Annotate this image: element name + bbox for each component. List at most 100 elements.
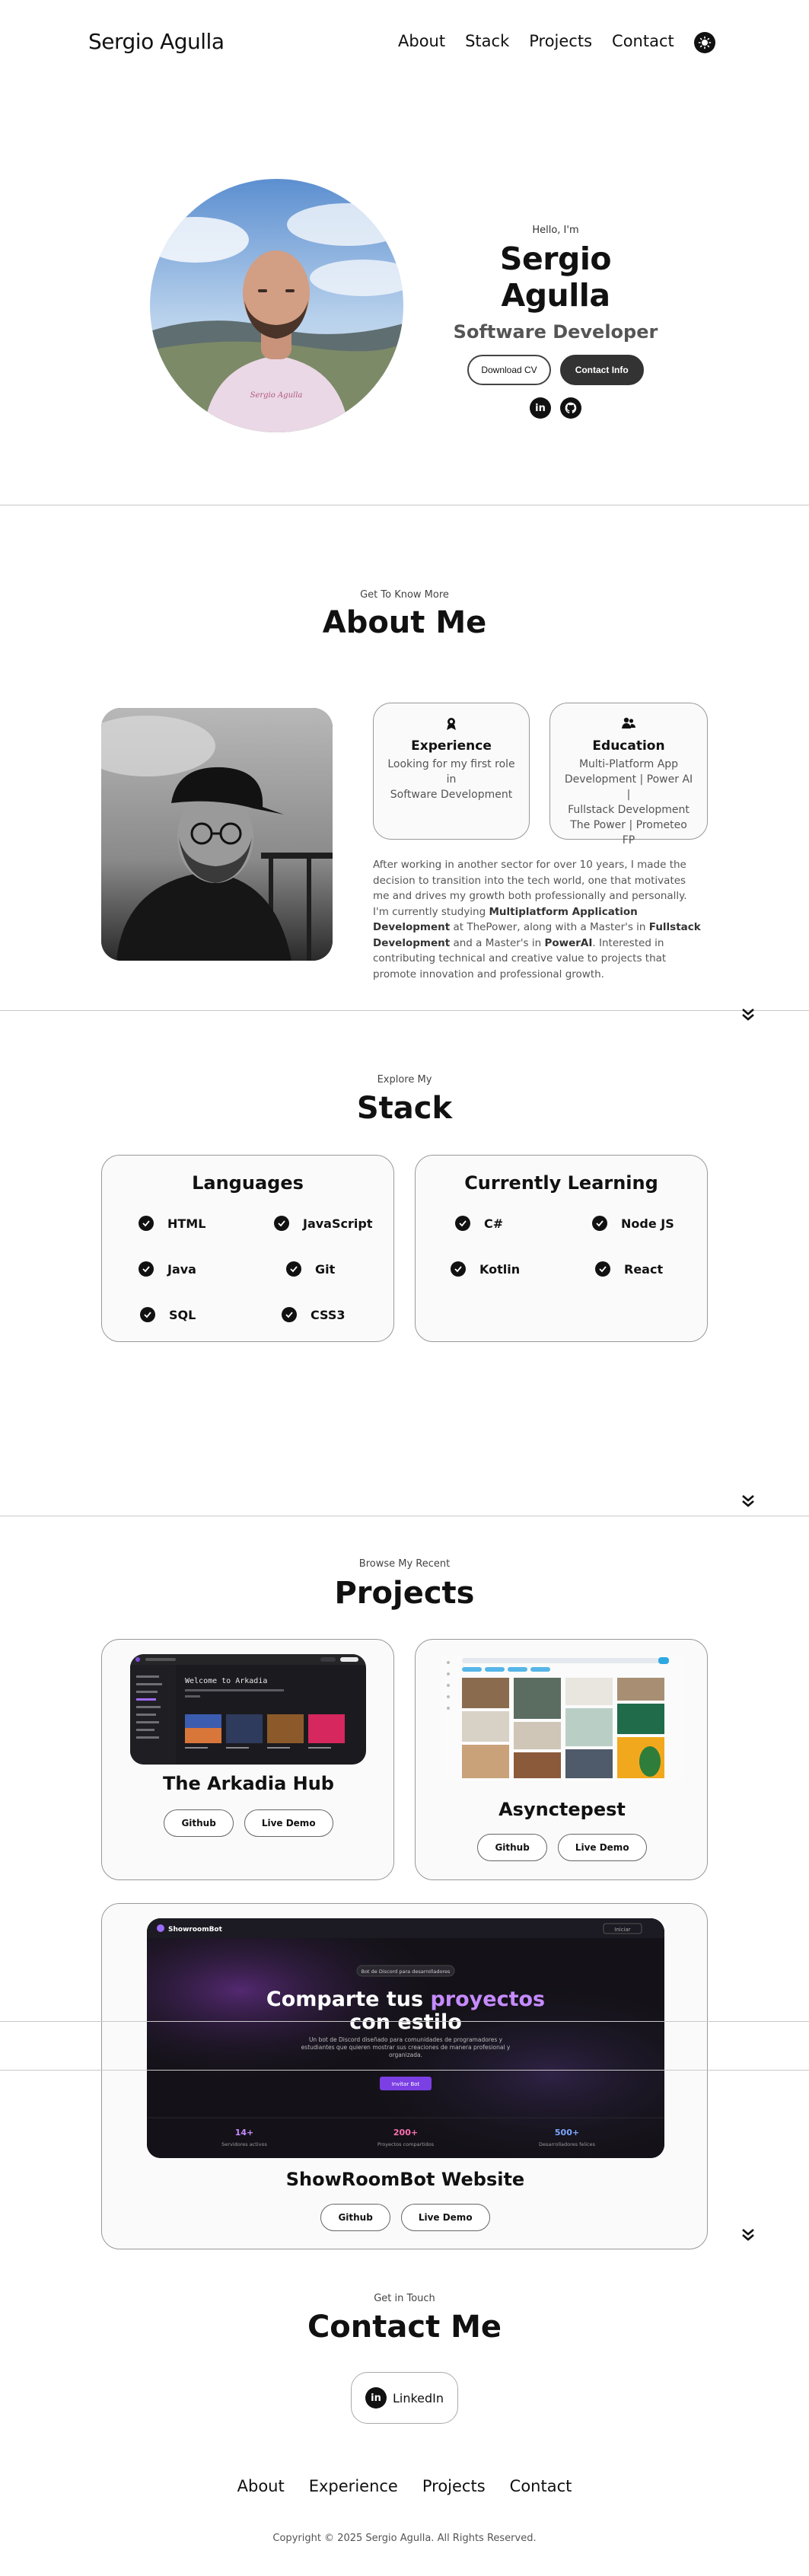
bot-description: Un bot de Discord diseñado para comunida… [301,2036,511,2058]
stat-value: 200+ [393,2128,418,2138]
shirt-signature: Sergio Agulla [250,391,303,400]
highlight-text: PowerAI [544,936,593,949]
project-demo-button[interactable]: Live Demo [400,2204,490,2231]
check-icon [274,1216,289,1231]
experience-line: Looking for my first role [387,758,515,770]
nav-link-contact[interactable]: Contact [612,32,674,50]
project-github-button[interactable]: Github [477,1834,547,1861]
hero-heading-highlight: proyectos [430,1988,545,2011]
project-github-button[interactable]: Github [164,1809,234,1837]
education-line: Development | Power AI | [564,773,693,801]
svg-text:Comparte tus proyectos: Comparte tus proyectos [266,1988,545,2011]
linkedin-icon[interactable]: in [530,397,551,419]
section-divider [0,2070,809,2071]
education-line: Fullstack Development [568,804,690,816]
stat-value: 14+ [235,2128,254,2138]
check-icon [139,1261,154,1277]
hero-profile-photo: Sergio Agulla [150,179,403,432]
skill-item: Java [139,1261,196,1277]
section-divider [0,2021,809,2022]
site-logo[interactable]: Sergio Agulla [88,29,225,54]
hero-role: Software Developer [453,321,658,343]
hero-heading-part: Comparte tus [266,1988,431,2011]
sun-icon [698,36,712,49]
hero-greeting: Hello, I'm [532,225,579,236]
scroll-down-arrow-icon[interactable] [740,2227,756,2243]
section-divider [0,1010,809,1011]
stack-subtitle: Explore My [377,1074,432,1086]
check-icon [595,1261,610,1277]
footer-nav: About Experience Projects Contact [0,2477,809,2495]
nav-link-about[interactable]: About [398,32,445,50]
education-card: Education Multi-Platform App Development… [549,703,708,846]
check-icon [592,1216,607,1231]
footer-link-experience[interactable]: Experience [309,2477,398,2495]
footer-link-contact[interactable]: Contact [510,2477,572,2495]
experience-line: in [446,773,457,786]
about-title: About Me [322,605,487,640]
bot-badge: Bot de Discord para desarrolladores [362,1969,451,1975]
check-icon [451,1261,466,1277]
projects-title: Projects [334,1576,475,1611]
check-icon [286,1261,301,1277]
experience-line: Software Development [390,789,513,801]
github-icon[interactable] [560,397,581,419]
skill-item: SQL [140,1307,196,1322]
contact-title: Contact Me [307,2310,502,2345]
stat-label: Proyectos compartidos [377,2141,435,2147]
skill-item: C# [455,1216,503,1231]
project-demo-button[interactable]: Live Demo [244,1809,333,1837]
check-icon [140,1307,155,1322]
skill-item: Kotlin [451,1261,520,1277]
stat-value: 500+ [555,2128,579,2138]
linkedin-contact-button[interactable]: in LinkedIn [351,2372,458,2424]
login-button-text: Iniciar [614,1927,631,1933]
hero-intro: Hello, I'm Sergio Agulla Software Develo… [441,225,670,419]
scroll-down-arrow-icon[interactable] [740,1493,756,1510]
education-line: The Power | Prometeo FP [570,819,687,846]
about-photo [101,708,333,961]
project-title: Asynctерest [498,1799,626,1820]
check-icon [455,1216,470,1231]
skill-item: JavaScript [274,1216,372,1231]
stack-title: Stack [356,1091,453,1126]
contact-info-button[interactable]: Contact Info [559,355,644,385]
download-cv-button[interactable]: Download CV [467,355,551,385]
linkedin-icon: in [365,2387,387,2409]
project-title: ShowRoomBot Website [285,2169,525,2190]
learning-title: Currently Learning [464,1172,658,1194]
arkadia-heading: Welcome to Arkadia [185,1677,267,1685]
contact-subtitle: Get in Touch [374,2293,435,2304]
experience-card: Experience Looking for my first role in … [373,703,530,840]
stat-label: Servidores activos [221,2141,267,2147]
check-icon [282,1307,297,1322]
main-nav: About Stack Projects Contact [398,32,674,50]
project-title: The Arkadia Hub [163,1773,334,1794]
skill-item: Git [286,1261,335,1277]
project-card-arkadia: Welcome to Arkadia The Arkadia Hub Githu… [101,1639,394,1880]
people-icon [622,717,635,728]
showroombot-brand: ShowroomBot [168,1926,223,1934]
about-paragraph: After working in another sector for over… [373,859,701,980]
copyright-text: Copyright © 2025 Sergio Agulla. All Righ… [272,2533,537,2544]
project-screenshot: Welcome to Arkadia [130,1654,366,1765]
nav-link-stack[interactable]: Stack [465,32,509,50]
skill-item: HTML [139,1216,205,1231]
skill-item: Node JS [592,1216,674,1231]
footer-link-about[interactable]: About [237,2477,285,2495]
scroll-down-arrow-icon[interactable] [740,1006,756,1023]
project-screenshot [441,1655,683,1781]
hero-name: Sergio Agulla [499,241,612,314]
about-subtitle: Get To Know More [360,589,449,601]
hero-heading-part: con estilo [349,2010,462,2034]
theme-toggle-button[interactable] [694,32,715,53]
skill-item: React [595,1261,663,1277]
project-demo-button[interactable]: Live Demo [557,1834,647,1861]
project-github-button[interactable]: Github [320,2204,390,2231]
check-icon [139,1216,154,1231]
learning-card: Currently Learning C# Node JS Kotlin Rea… [415,1155,708,1342]
footer-link-projects[interactable]: Projects [422,2477,486,2495]
experience-title: Experience [411,738,492,754]
nav-link-projects[interactable]: Projects [529,32,592,50]
skill-item: CSS3 [282,1307,346,1322]
